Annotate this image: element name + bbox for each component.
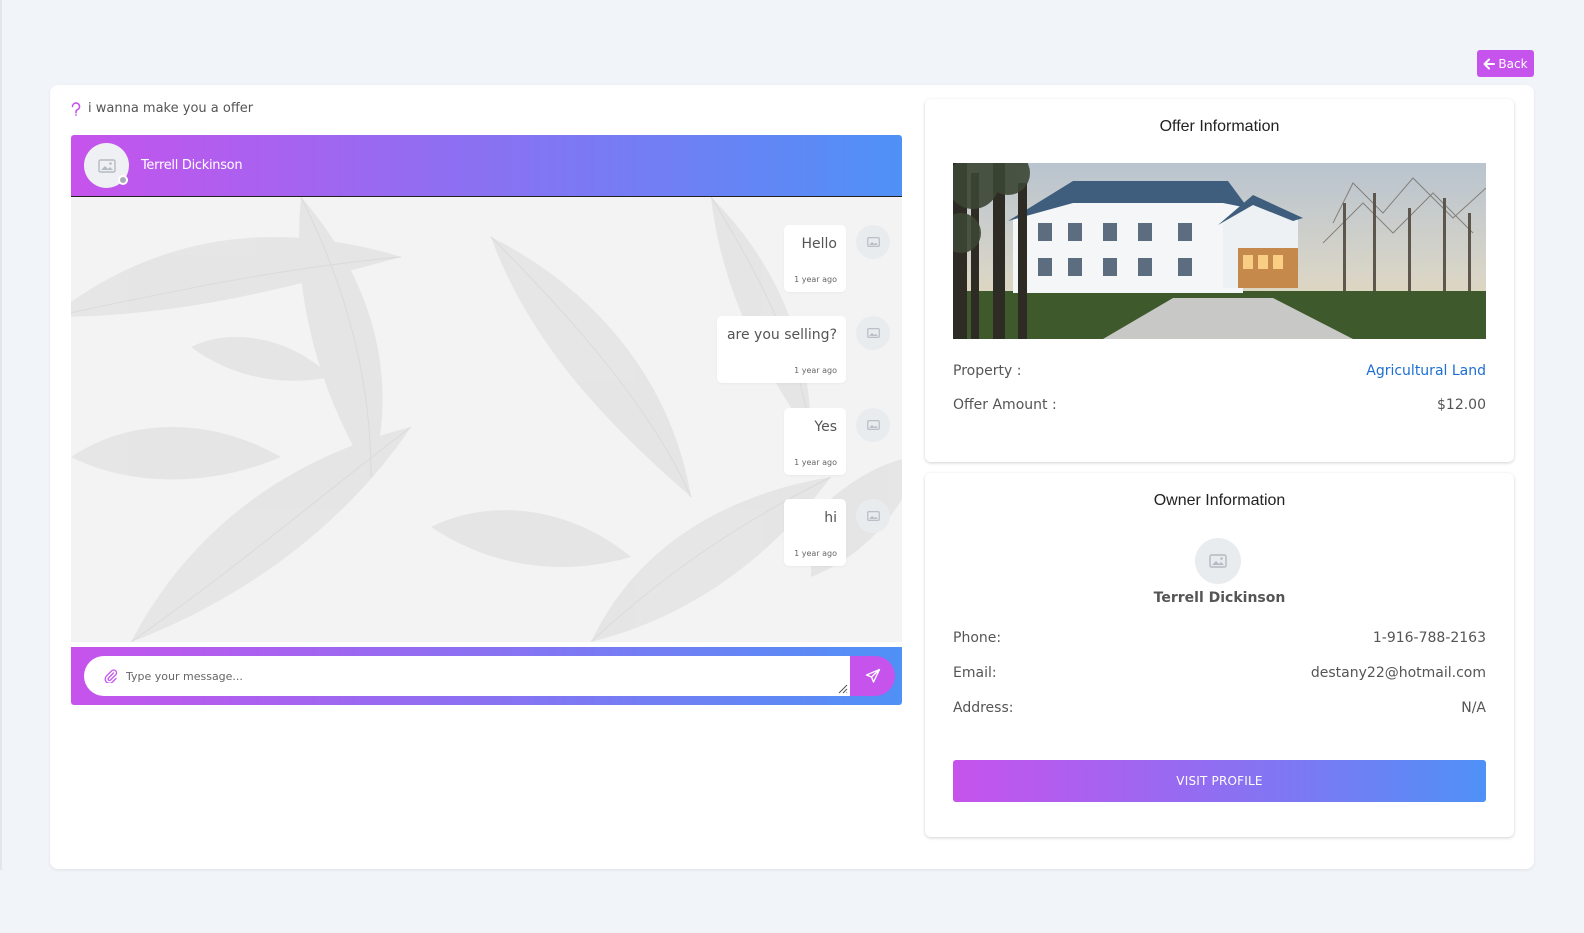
resize-handle-icon[interactable] xyxy=(836,682,848,694)
property-link[interactable]: Agricultural Land xyxy=(1366,363,1486,379)
contact-name: Terrell Dickinson xyxy=(141,158,243,173)
address-value: N/A xyxy=(1461,700,1486,716)
image-placeholder-icon xyxy=(97,158,116,173)
sender-avatar xyxy=(856,499,890,533)
back-button[interactable]: Back xyxy=(1477,50,1534,77)
message-row: Hello 1 year ago xyxy=(784,225,902,292)
offer-information-panel: Offer Information Property: Agricultura… xyxy=(925,99,1514,462)
chat-messages[interactable]: Hello 1 year ago are you selling? 1 year… xyxy=(71,197,902,642)
phone-row: Phone: 1-916-788-2163 xyxy=(953,630,1486,646)
contact-avatar xyxy=(84,143,129,188)
property-image xyxy=(953,163,1486,339)
offer-title: Offer Information xyxy=(1159,118,1280,135)
page-edge xyxy=(0,0,2,870)
subject-text: i wanna make you a offer xyxy=(88,101,254,116)
arrow-left-icon xyxy=(1483,58,1496,69)
message-composer xyxy=(71,647,902,705)
sender-avatar xyxy=(856,408,890,442)
paperclip-icon[interactable] xyxy=(104,669,118,683)
chat-header: Terrell Dickinson xyxy=(71,135,902,197)
email-row: Email: destany22@hotmail.com xyxy=(953,665,1486,681)
message-bubble: Yes 1 year ago xyxy=(784,408,846,475)
sender-avatar xyxy=(856,316,890,350)
back-label: Back xyxy=(1498,56,1528,71)
conversation-subject: i wanna make you a offer xyxy=(70,101,253,116)
offer-amount-label: Offer Amount : xyxy=(953,397,1057,413)
email-label: Email: xyxy=(953,665,997,681)
message-text: Hello xyxy=(801,236,838,252)
message-bubble: hi 1 year ago xyxy=(784,499,846,566)
property-photo xyxy=(953,163,1486,339)
owner-avatar xyxy=(1195,538,1241,584)
message-input-wrapper xyxy=(84,656,850,696)
owner-information-panel: Owner Information Terrell Dickinson Phon… xyxy=(925,473,1514,837)
message-text: Yes xyxy=(814,419,837,435)
address-label: Address: xyxy=(953,700,1014,716)
send-button[interactable] xyxy=(850,656,895,696)
property-label: Property : xyxy=(953,363,1022,379)
email-value: destany22@hotmail.com xyxy=(1310,665,1486,681)
offer-amount-row: Offer Amount : $12.00 xyxy=(953,397,1486,413)
chat-window: Terrell Dickinson Hello 1 year ago are y… xyxy=(71,135,902,705)
message-time: 1 year ago xyxy=(794,458,837,467)
image-placeholder-icon xyxy=(1209,554,1227,568)
message-time: 1 year ago xyxy=(794,366,837,375)
message-time: 1 year ago xyxy=(794,549,837,558)
question-icon xyxy=(71,101,81,116)
owner-name: Terrell Dickinson xyxy=(1153,590,1286,606)
leaf-pattern-background xyxy=(71,197,902,642)
message-bubble: are you selling? 1 year ago xyxy=(716,316,846,383)
send-icon xyxy=(865,668,880,683)
owner-title: Owner Information xyxy=(1153,492,1286,509)
message-text: are you selling? xyxy=(726,327,837,343)
message-bubble: Hello 1 year ago xyxy=(784,225,846,292)
offer-amount-value: $12.00 xyxy=(1437,397,1486,413)
main-card: i wanna make you a offer Terrell Dickins… xyxy=(50,85,1534,869)
image-placeholder-icon xyxy=(866,420,880,430)
sender-avatar xyxy=(856,225,890,259)
property-row: Property : Agricultural Land xyxy=(953,363,1486,379)
visit-profile-button[interactable]: VISIT PROFILE xyxy=(953,760,1486,802)
message-text: hi xyxy=(824,510,837,526)
message-row: hi 1 year ago xyxy=(784,499,902,566)
message-input[interactable] xyxy=(126,661,850,691)
image-placeholder-icon xyxy=(866,237,880,247)
phone-value: 1-916-788-2163 xyxy=(1372,630,1486,646)
address-row: Address: N/A xyxy=(953,700,1486,716)
image-placeholder-icon xyxy=(866,511,880,521)
message-row: Yes 1 year ago xyxy=(784,408,902,475)
message-row: are you selling? 1 year ago xyxy=(716,316,902,383)
phone-label: Phone: xyxy=(953,630,1002,646)
status-dot xyxy=(118,175,128,185)
message-time: 1 year ago xyxy=(794,275,837,284)
image-placeholder-icon xyxy=(866,328,880,338)
